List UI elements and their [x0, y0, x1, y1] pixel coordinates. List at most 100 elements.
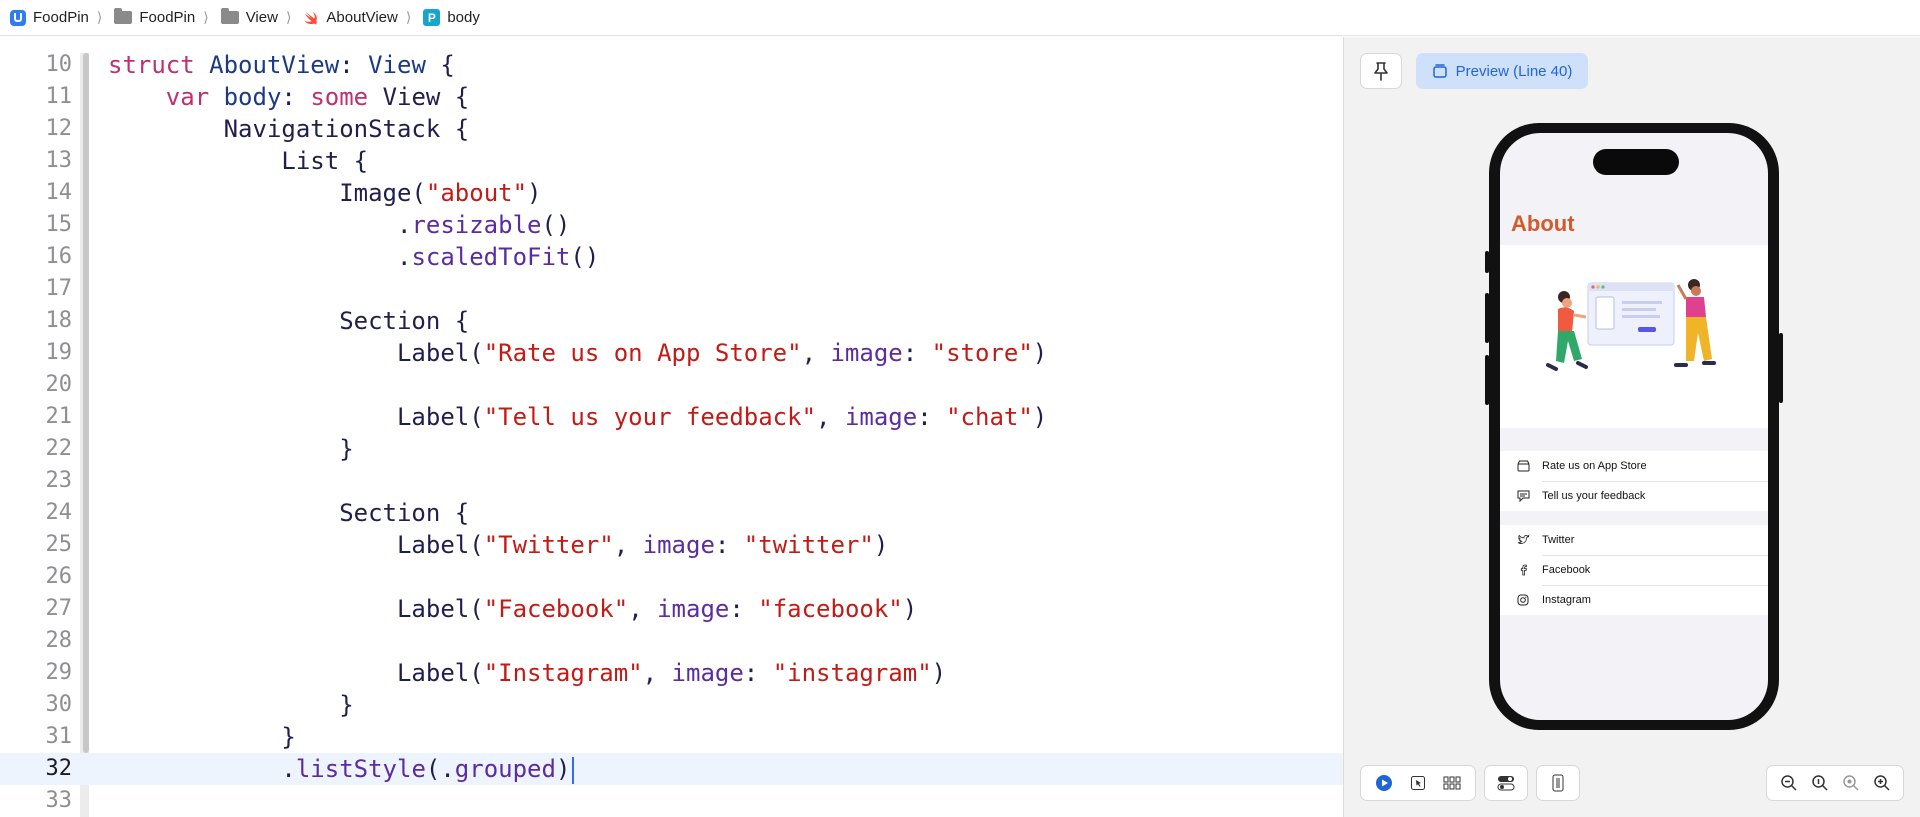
device-side-button	[1779, 333, 1783, 403]
code-line[interactable]: 12 NavigationStack {	[0, 113, 1343, 145]
facebook-icon	[1516, 563, 1530, 577]
selectable-icon[interactable]	[1405, 770, 1431, 796]
code-line[interactable]: 30 }	[0, 689, 1343, 721]
preview-selector-button[interactable]: Preview (Line 40)	[1416, 53, 1588, 89]
device-screen[interactable]: About Rate us on App Store Tell us your …	[1500, 133, 1768, 720]
line-number: 18	[45, 308, 73, 333]
type-token: NavigationStack	[223, 115, 441, 143]
code-line[interactable]: 15 .resizable()	[0, 209, 1343, 241]
line-number: 11	[45, 84, 73, 109]
code-line[interactable]: 22 }	[0, 433, 1343, 465]
text-cursor	[572, 756, 575, 784]
line-number: 16	[45, 244, 73, 269]
about-image	[1546, 279, 1716, 371]
nav-title: About	[1511, 211, 1575, 236]
type-token: Section	[339, 307, 441, 335]
breadcrumb-item-folder[interactable]: View	[220, 8, 278, 26]
string-token: "facebook"	[758, 595, 903, 623]
breadcrumb-item-group[interactable]: FoodPin	[114, 8, 195, 26]
pin-preview-button[interactable]	[1360, 53, 1402, 89]
code-line[interactable]: 14 Image("about")	[0, 177, 1343, 209]
list-item[interactable]: Facebook	[1500, 555, 1768, 586]
preview-label: Preview (Line 40)	[1455, 62, 1573, 80]
code-text: Section {	[339, 499, 470, 527]
code-line[interactable]: 20	[0, 369, 1343, 401]
zoom-fit-icon[interactable]	[1838, 770, 1864, 796]
breadcrumb-item-project[interactable]: FoodPin	[10, 9, 89, 26]
list-item[interactable]: Instagram	[1500, 585, 1768, 615]
keyword-token: var	[165, 83, 210, 111]
list-item[interactable]: Twitter	[1500, 525, 1768, 556]
code-line[interactable]: 24 Section {	[0, 497, 1343, 529]
line-number: 13	[45, 148, 73, 173]
line-number: 30	[45, 692, 73, 717]
code-line[interactable]: 33	[0, 785, 1343, 817]
keyword-token: struct	[108, 51, 195, 79]
identifier-token: body	[223, 83, 282, 111]
code-line[interactable]: 16 .scaledToFit()	[0, 241, 1343, 273]
zoom-toolbar	[1766, 765, 1904, 801]
list-item-label: Instagram	[1542, 594, 1591, 606]
code-line[interactable]: 27 Label("Facebook", image: "facebook")	[0, 593, 1343, 625]
param-token: image	[844, 403, 918, 431]
list-item-label: Twitter	[1542, 525, 1768, 556]
current-code-line[interactable]: 32 .listStyle(.grouped)	[0, 753, 1343, 785]
string-token: "store"	[931, 339, 1033, 367]
code-text: Label("Twitter", image: "twitter")	[396, 531, 889, 559]
string-token: "Facebook"	[483, 595, 629, 623]
line-number: 26	[45, 564, 73, 589]
code-line[interactable]: 17	[0, 273, 1343, 305]
code-line[interactable]: 28	[0, 625, 1343, 657]
device-side-button	[1485, 293, 1489, 343]
live-play-icon[interactable]	[1371, 770, 1397, 796]
code-line[interactable]: 21 Label("Tell us your feedback", image:…	[0, 401, 1343, 433]
param-token: image	[830, 339, 903, 367]
breadcrumb-label: body	[447, 9, 480, 26]
list-section: Rate us on App Store Tell us your feedba…	[1500, 451, 1768, 511]
list-item[interactable]: Rate us on App Store	[1500, 451, 1768, 482]
code-line[interactable]: 19 Label("Rate us on App Store", image: …	[0, 337, 1343, 369]
line-number: 25	[45, 532, 73, 557]
code-line[interactable]: 10 struct AboutView: View {	[0, 49, 1343, 81]
instagram-icon	[1516, 593, 1530, 607]
device-side-button	[1485, 355, 1489, 405]
code-line[interactable]: 18 Section {	[0, 305, 1343, 337]
code-line[interactable]: 29 Label("Instagram", image: "instagram"…	[0, 657, 1343, 689]
line-number: 28	[45, 628, 73, 653]
variants-grid-icon[interactable]	[1439, 770, 1465, 796]
code-text: Label("Facebook", image: "facebook")	[396, 595, 918, 623]
folder-icon	[114, 8, 133, 24]
canvas-settings-button[interactable]	[1484, 765, 1528, 801]
zoom-out-icon[interactable]	[1776, 770, 1802, 796]
code-text: }	[108, 691, 354, 719]
breadcrumb-separator: ⟩	[405, 9, 412, 25]
breadcrumb-item-symbol[interactable]: P body	[423, 9, 480, 26]
breadcrumb-separator: ⟩	[285, 9, 292, 25]
type-token: AboutView	[209, 51, 340, 79]
list-item[interactable]: Tell us your feedback	[1500, 481, 1768, 511]
code-line[interactable]: 23	[0, 465, 1343, 497]
list-item-label: Facebook	[1542, 555, 1768, 586]
line-number: 10	[45, 52, 73, 77]
breadcrumb-item-file[interactable]: AboutView	[303, 9, 398, 26]
zoom-100-icon[interactable]	[1807, 770, 1833, 796]
type-token: Label	[396, 531, 470, 559]
breadcrumb-label: FoodPin	[33, 9, 89, 26]
string-token: "chat"	[946, 403, 1033, 431]
list-item-label: Rate us on App Store	[1542, 451, 1768, 482]
dynamic-island	[1593, 149, 1679, 175]
code-editor[interactable]: 10 struct AboutView: View { 11 var body: …	[0, 37, 1343, 817]
code-line[interactable]: 25 Label("Twitter", image: "twitter")	[0, 529, 1343, 561]
code-text: .resizable()	[108, 211, 571, 239]
code-line[interactable]: 26	[0, 561, 1343, 593]
breadcrumb: FoodPin ⟩ FoodPin ⟩ View ⟩ AboutView ⟩ P…	[0, 0, 1920, 36]
zoom-in-icon[interactable]	[1869, 770, 1895, 796]
code-text: List {	[281, 147, 369, 175]
type-token: Label	[396, 659, 470, 687]
code-line[interactable]: 11 var body: some View {	[0, 81, 1343, 113]
device-settings-button[interactable]	[1536, 765, 1580, 801]
device-frame: About Rate us on App Store Tell us your …	[1485, 123, 1783, 730]
code-line[interactable]: 31 }	[0, 721, 1343, 753]
line-number: 19	[45, 340, 73, 365]
code-line[interactable]: 13 List {	[0, 145, 1343, 177]
